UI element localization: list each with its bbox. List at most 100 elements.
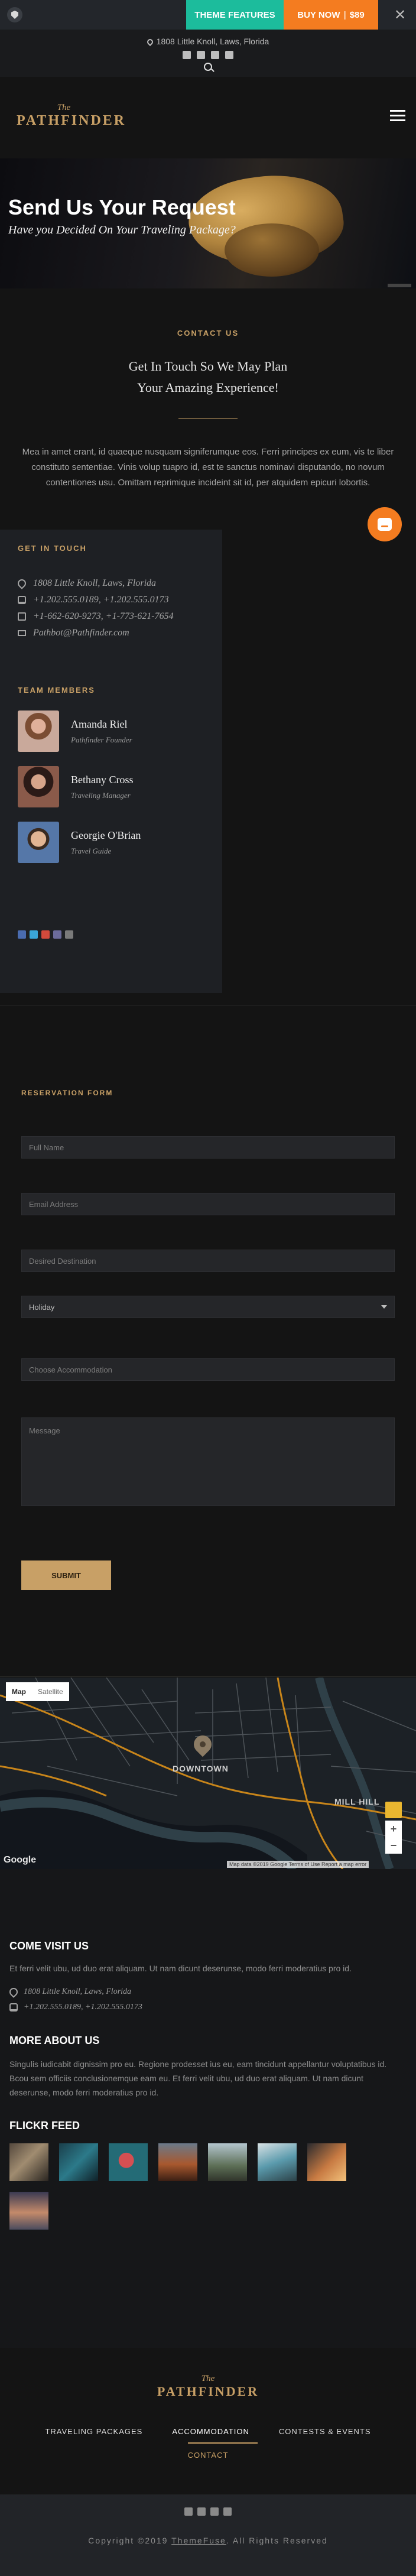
member-name: Amanda Riel xyxy=(71,718,128,730)
map-label-downtown: DOWNTOWN xyxy=(173,1764,229,1773)
bottom-bar xyxy=(0,2494,416,2576)
header-address: 1808 Little Knoll, Laws, Florida xyxy=(0,37,416,47)
google-logo: Google xyxy=(4,1855,37,1865)
contact-kicker: CONTACT US xyxy=(177,329,239,338)
location-map[interactable] xyxy=(0,1678,416,1869)
buy-now-label: BUY NOW xyxy=(297,9,340,20)
destination-input[interactable]: Desired Destination xyxy=(21,1250,395,1272)
hamburger-menu-icon[interactable] xyxy=(390,110,405,122)
full-name-input[interactable]: Full Name xyxy=(21,1136,395,1159)
avatar xyxy=(18,710,59,752)
team-member: Georgie O'Brian Travel Guide xyxy=(18,822,141,863)
email-field[interactable]: Email Address xyxy=(21,1193,395,1215)
member-role: Pathfinder Founder xyxy=(71,735,132,744)
footer-nav: TRAVELING PACKAGES ACCOMMODATION CONTEST… xyxy=(0,2427,416,2436)
street-view-pegman-icon[interactable] xyxy=(385,1802,402,1818)
contact-address: 1808 Little Knoll, Laws, Florida xyxy=(16,578,156,589)
message-textarea[interactable]: Message xyxy=(21,1417,395,1506)
footer-nav-accommodation[interactable]: ACCOMMODATION xyxy=(172,2427,249,2436)
visit-address: 1808 Little Knoll, Laws, Florida xyxy=(8,1986,131,1998)
footer-nav-contests-events[interactable]: CONTESTS & EVENTS xyxy=(279,2427,371,2436)
bottom-social-links xyxy=(0,2507,416,2516)
copyright-suffix: . All Rights Reserved xyxy=(226,2536,328,2545)
avatar xyxy=(18,822,59,863)
envelope-icon xyxy=(18,630,26,636)
contact-email-text[interactable]: Pathbot@Pathfinder.com xyxy=(33,628,129,638)
submit-button[interactable]: SUBMIT xyxy=(21,1560,111,1590)
email-icon[interactable] xyxy=(65,930,73,939)
twitter-icon[interactable] xyxy=(30,930,38,939)
team-member: Bethany Cross Traveling Manager xyxy=(18,766,134,807)
chat-icon xyxy=(378,518,392,531)
logo-name: PATHFINDER xyxy=(17,113,126,128)
flickr-thumbnail[interactable] xyxy=(258,2143,297,2181)
flickr-title: FLICKR FEED xyxy=(9,2120,80,2131)
page: THEME FEATURES BUY NOW | $89 ✕ 1808 Litt… xyxy=(0,0,416,2576)
footer-logo-name: PATHFINDER xyxy=(157,2384,259,2399)
map-label-mill-hill: MILL HILL xyxy=(334,1797,380,1806)
flickr-thumbnail[interactable] xyxy=(9,2143,48,2181)
contact-email[interactable]: Pathbot@Pathfinder.com xyxy=(18,628,129,638)
about-text: Singulis iudicabit dignissim pro eu. Reg… xyxy=(9,2059,387,2097)
package-selected-value: Holiday xyxy=(29,1302,55,1312)
flickr-thumbnail[interactable] xyxy=(109,2143,148,2181)
phone-icon xyxy=(18,596,26,604)
footer-nav-contact[interactable]: CONTACT xyxy=(0,2451,416,2460)
footer-nav-traveling-packages[interactable]: TRAVELING PACKAGES xyxy=(45,2427,142,2436)
hero-slider-dots[interactable] xyxy=(388,284,411,287)
google-plus-icon[interactable] xyxy=(41,930,50,939)
package-select[interactable]: Holiday xyxy=(21,1296,395,1318)
zoom-out-button[interactable]: − xyxy=(385,1837,402,1854)
contact-heading: Get In Touch So We May Plan Your Amazing… xyxy=(0,356,416,398)
accommodation-input[interactable]: Choose Accommodation xyxy=(21,1358,395,1381)
flickr-thumbnail[interactable] xyxy=(307,2143,346,2181)
flickr-thumbnail[interactable] xyxy=(208,2143,247,2181)
instagram-icon[interactable] xyxy=(210,2507,219,2516)
zoom-in-button[interactable]: + xyxy=(385,1821,402,1837)
buy-now-button[interactable]: BUY NOW | $89 xyxy=(284,0,378,30)
chat-button[interactable] xyxy=(368,507,402,541)
header-address-text: 1808 Little Knoll, Laws, Florida xyxy=(156,37,269,46)
visit-phone: +1.202.555.0189, +1.202.555.0173 xyxy=(9,2003,142,2012)
instagram-icon[interactable] xyxy=(211,51,219,59)
flickr-thumbnail[interactable] xyxy=(9,2192,48,2230)
contact-phone: +1.202.555.0189, +1.202.555.0173 xyxy=(18,595,169,605)
contact-heading-line-2: Your Amazing Experience! xyxy=(137,380,279,395)
site-logo[interactable]: The PATHFINDER xyxy=(17,103,126,129)
close-icon[interactable]: ✕ xyxy=(384,0,416,30)
shield-logo-icon[interactable] xyxy=(7,7,22,22)
email-icon[interactable] xyxy=(223,2507,232,2516)
map-type-map[interactable]: Map xyxy=(6,1682,32,1701)
location-pin-icon xyxy=(8,1986,20,1998)
separator: | xyxy=(343,9,346,20)
member-role: Travel Guide xyxy=(71,846,112,855)
facebook-icon[interactable] xyxy=(183,51,191,59)
facebook-icon[interactable] xyxy=(18,930,26,939)
chevron-down-icon xyxy=(381,1305,387,1309)
map-attribution[interactable]: Map data ©2019 Google Terms of Use Repor… xyxy=(227,1861,369,1868)
facebook-icon[interactable] xyxy=(184,2507,193,2516)
twitter-icon[interactable] xyxy=(197,2507,206,2516)
flickr-thumbnail[interactable] xyxy=(59,2143,98,2181)
member-name: Bethany Cross xyxy=(71,773,134,786)
avatar xyxy=(18,766,59,807)
contact-phone-text: +1.202.555.0189, +1.202.555.0173 xyxy=(33,595,169,605)
contact-heading-line-1: Get In Touch So We May Plan xyxy=(128,359,288,374)
section-divider xyxy=(0,1676,416,1677)
footer-logo[interactable]: The PATHFINDER xyxy=(0,2374,416,2399)
twitter-icon[interactable] xyxy=(197,51,205,59)
hero-rock-shadow xyxy=(225,223,319,277)
email-icon[interactable] xyxy=(225,51,233,59)
search-icon[interactable] xyxy=(204,63,212,71)
hero-title: Send Us Your Request xyxy=(8,195,236,219)
footer-logo-prefix: The xyxy=(201,2374,215,2383)
copyright-brand-link[interactable]: ThemeFuse xyxy=(171,2536,226,2545)
map-type-control: Map Satellite xyxy=(6,1682,69,1701)
theme-features-button[interactable]: THEME FEATURES xyxy=(186,0,284,30)
map-type-satellite[interactable]: Satellite xyxy=(32,1682,69,1701)
heading-divider xyxy=(178,418,238,419)
contact-intro-text: Mea in amet erant, id quaeque nusquam si… xyxy=(22,447,394,488)
instagram-icon[interactable] xyxy=(53,930,61,939)
visit-text: Et ferri velit ubu, ud duo erat aliquam.… xyxy=(9,1964,352,1973)
flickr-thumbnail[interactable] xyxy=(158,2143,197,2181)
